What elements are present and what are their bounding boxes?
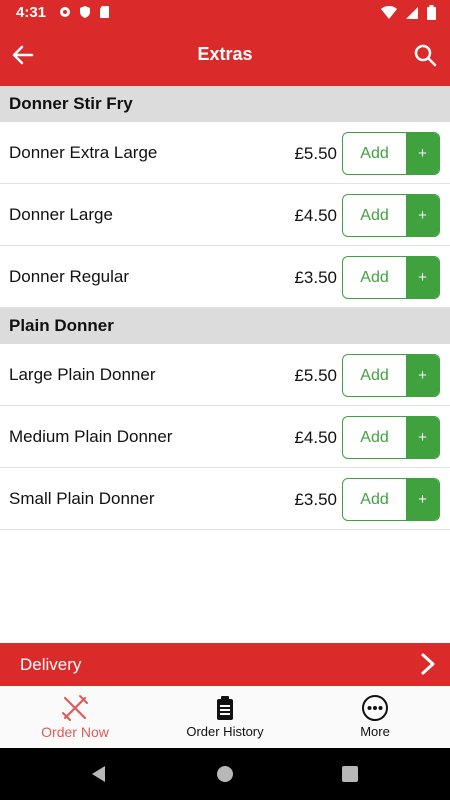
menu-item-row: Donner Regular £3.50 Add +	[0, 246, 450, 308]
item-price: £4.50	[294, 206, 337, 225]
section-header: Plain Donner	[0, 308, 450, 344]
status-time: 4:31	[16, 4, 47, 21]
system-navigation-bar	[0, 748, 450, 800]
item-price: £3.50	[294, 268, 337, 287]
bottom-navigation: Order Now Order History More	[0, 686, 450, 748]
menu-list: Donner Stir Fry Donner Extra Large £5.50…	[0, 86, 450, 530]
item-price: £4.50	[294, 428, 337, 447]
add-button[interactable]: Add +	[342, 478, 440, 521]
plus-icon: +	[406, 417, 439, 458]
back-triangle-icon[interactable]	[89, 764, 109, 784]
plus-icon: +	[406, 195, 439, 236]
more-dots-icon	[361, 694, 389, 722]
home-circle-icon[interactable]	[215, 764, 235, 784]
item-price: £5.50	[294, 144, 337, 163]
item-price: £3.50	[294, 490, 337, 509]
item-name: Small Plain Donner	[9, 489, 155, 508]
tab-order-history[interactable]: Order History	[150, 686, 300, 748]
plus-icon: +	[406, 133, 439, 174]
add-button-label: Add	[360, 367, 389, 384]
fork-knife-icon	[61, 694, 89, 722]
add-button[interactable]: Add +	[342, 256, 440, 299]
tab-label: Order History	[186, 724, 264, 739]
chevron-right-icon	[418, 652, 438, 676]
recents-square-icon[interactable]	[340, 764, 360, 784]
delivery-bar[interactable]: Delivery	[0, 643, 450, 686]
add-button-label: Add	[360, 145, 389, 162]
shield-icon	[78, 5, 92, 19]
add-button-label: Add	[360, 207, 389, 224]
add-button[interactable]: Add +	[342, 354, 440, 397]
wifi-icon	[381, 5, 397, 25]
plus-icon: +	[406, 257, 439, 298]
plus-icon: +	[406, 479, 439, 520]
tab-label: Order Now	[41, 724, 109, 740]
item-price: £5.50	[294, 366, 337, 385]
search-icon[interactable]	[412, 40, 438, 70]
tab-label: More	[360, 724, 390, 739]
status-bar: 4:31	[0, 0, 450, 26]
signal-icon	[405, 6, 419, 25]
menu-item-row: Donner Large £4.50 Add +	[0, 184, 450, 246]
page-title: Extras	[197, 44, 253, 64]
item-name: Large Plain Donner	[9, 365, 156, 384]
add-button[interactable]: Add +	[342, 132, 440, 175]
menu-item-row: Small Plain Donner £3.50 Add +	[0, 468, 450, 530]
delivery-label: Delivery	[20, 655, 82, 674]
clipboard-icon	[211, 694, 239, 722]
tab-order-now[interactable]: Order Now	[0, 686, 150, 748]
app-bar: Extras	[0, 26, 450, 86]
settings-gear-icon	[58, 5, 72, 19]
battery-icon	[427, 5, 436, 25]
menu-item-row: Donner Extra Large £5.50 Add +	[0, 122, 450, 184]
tab-more[interactable]: More	[300, 686, 450, 748]
item-name: Donner Extra Large	[9, 143, 158, 162]
add-button-label: Add	[360, 269, 389, 286]
sd-card-icon	[98, 5, 112, 19]
item-name: Donner Regular	[9, 267, 130, 286]
section-header: Donner Stir Fry	[0, 86, 450, 122]
item-name: Medium Plain Donner	[9, 427, 173, 446]
menu-item-row: Medium Plain Donner £4.50 Add +	[0, 406, 450, 468]
menu-item-row: Large Plain Donner £5.50 Add +	[0, 344, 450, 406]
add-button-label: Add	[360, 429, 389, 446]
add-button[interactable]: Add +	[342, 194, 440, 237]
item-name: Donner Large	[9, 205, 113, 224]
add-button[interactable]: Add +	[342, 416, 440, 459]
plus-icon: +	[406, 355, 439, 396]
add-button-label: Add	[360, 491, 389, 508]
